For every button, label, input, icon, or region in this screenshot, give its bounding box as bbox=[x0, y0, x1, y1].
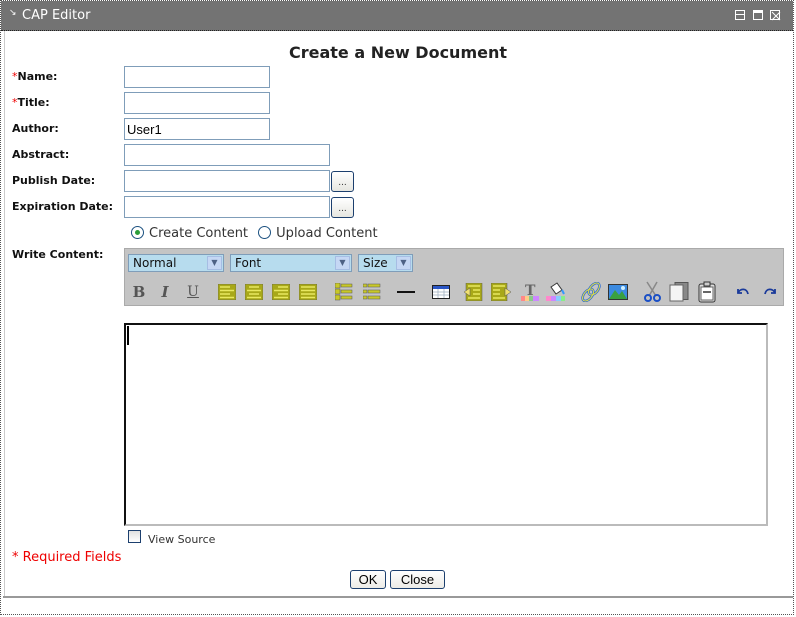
window-title: CAP Editor bbox=[22, 8, 91, 23]
expiration-date-label: Expiration Date: bbox=[12, 200, 114, 213]
page-title: Create a New Document bbox=[288, 43, 508, 62]
create-content-label[interactable]: Create Content bbox=[149, 226, 248, 241]
italic-icon[interactable]: I bbox=[154, 281, 176, 303]
cut-icon[interactable] bbox=[642, 281, 664, 303]
publish-date-input[interactable] bbox=[124, 170, 330, 192]
format-select[interactable]: Normal ▼ bbox=[128, 254, 224, 272]
required-fields-note: * Required Fields bbox=[12, 550, 122, 565]
write-content-label: Write Content: bbox=[12, 248, 104, 261]
paste-icon[interactable] bbox=[696, 281, 718, 303]
undo-icon[interactable] bbox=[732, 281, 754, 303]
size-select[interactable]: Size ▼ bbox=[358, 254, 413, 272]
name-input[interactable] bbox=[124, 66, 270, 88]
copy-icon[interactable] bbox=[668, 281, 690, 303]
title-input[interactable] bbox=[124, 92, 270, 114]
collapse-arrow-icon[interactable]: ↘ bbox=[9, 8, 17, 18]
ordered-list-icon[interactable] bbox=[333, 281, 355, 303]
underline-icon[interactable]: U bbox=[182, 281, 204, 303]
insert-image-icon[interactable] bbox=[607, 281, 629, 303]
publish-date-label: Publish Date: bbox=[12, 174, 96, 187]
font-select[interactable]: Font ▼ bbox=[230, 254, 352, 272]
upload-content-label[interactable]: Upload Content bbox=[276, 226, 377, 241]
align-left-icon[interactable] bbox=[216, 281, 238, 303]
text-caret bbox=[127, 326, 129, 345]
title-label: *Title: bbox=[12, 96, 50, 109]
upload-content-radio[interactable] bbox=[258, 226, 272, 239]
align-right-icon[interactable] bbox=[270, 281, 292, 303]
ok-button[interactable]: OK bbox=[350, 570, 386, 589]
view-source-checkbox[interactable] bbox=[128, 530, 141, 543]
text-color-icon[interactable]: T bbox=[519, 281, 541, 303]
align-center-icon[interactable] bbox=[243, 281, 265, 303]
maximize-icon[interactable] bbox=[753, 10, 763, 20]
bold-icon[interactable]: B bbox=[128, 281, 150, 303]
restore-icon[interactable] bbox=[735, 10, 745, 20]
expiration-date-picker-button[interactable]: ... bbox=[331, 197, 354, 218]
editor-toolbar: Normal ▼ Font ▼ Size ▼ B I U T bbox=[124, 248, 784, 306]
create-content-radio[interactable] bbox=[131, 226, 144, 239]
chevron-down-icon: ▼ bbox=[207, 256, 222, 270]
abstract-label: Abstract: bbox=[12, 148, 70, 161]
author-label: Author: bbox=[12, 122, 59, 135]
author-input[interactable] bbox=[124, 118, 270, 140]
expiration-date-input[interactable] bbox=[124, 196, 330, 218]
close-button[interactable]: Close bbox=[390, 570, 445, 589]
horizontal-rule-icon[interactable] bbox=[395, 281, 417, 303]
chevron-down-icon: ▼ bbox=[396, 256, 411, 270]
insert-table-icon[interactable] bbox=[430, 281, 452, 303]
outdent-icon[interactable] bbox=[463, 281, 485, 303]
insert-link-icon[interactable] bbox=[580, 281, 602, 303]
close-icon[interactable] bbox=[770, 10, 781, 21]
title-bar: ↘ CAP Editor bbox=[1, 1, 793, 31]
content-editor[interactable] bbox=[124, 323, 768, 526]
view-source-label[interactable]: View Source bbox=[148, 533, 215, 546]
footer-divider bbox=[3, 596, 793, 598]
content-mode-group: Create Content Upload Content bbox=[131, 226, 384, 241]
name-label: *Name: bbox=[12, 70, 58, 83]
chevron-down-icon: ▼ bbox=[335, 256, 350, 270]
publish-date-picker-button[interactable]: ... bbox=[331, 171, 354, 192]
unordered-list-icon[interactable] bbox=[361, 281, 383, 303]
indent-icon[interactable] bbox=[490, 281, 512, 303]
background-color-icon[interactable] bbox=[545, 281, 567, 303]
justify-icon[interactable] bbox=[297, 281, 319, 303]
left-border bbox=[4, 31, 5, 597]
redo-icon[interactable] bbox=[759, 281, 781, 303]
abstract-input[interactable] bbox=[124, 144, 330, 166]
